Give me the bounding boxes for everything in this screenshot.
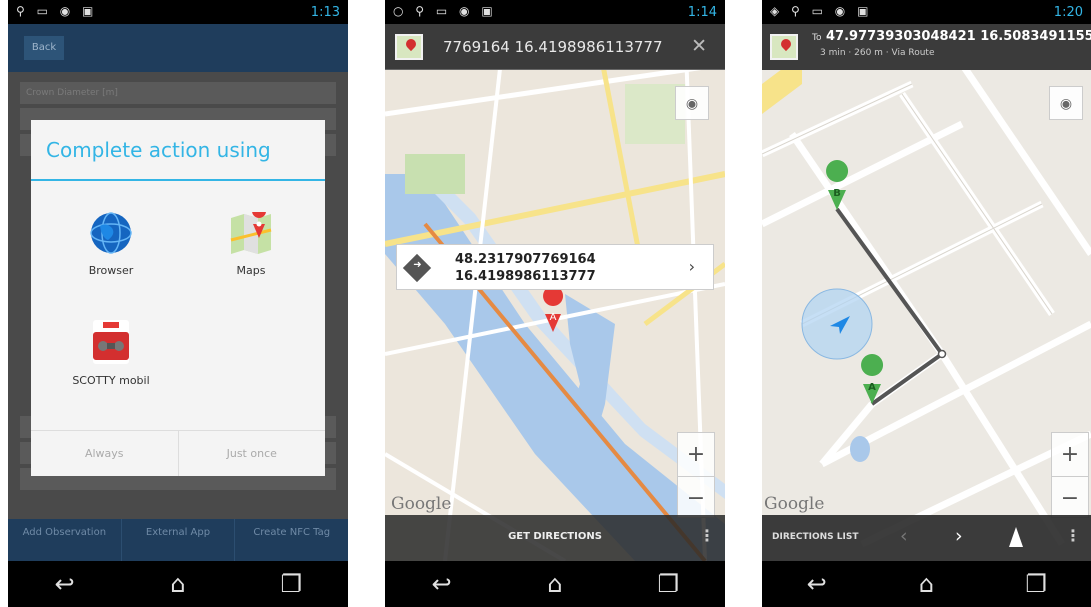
phone-screen-3: ◈ ⚲ ▭ ◉ ▣ 1:20 B A To 47.97739303048421 … — [762, 0, 1091, 607]
marker-b-label: B — [833, 188, 841, 199]
status-time: 1:13 — [310, 5, 340, 20]
bottom-action-bar: Add Observation External App Create NFC … — [8, 519, 348, 561]
overflow-menu-icon[interactable]: ⋮ — [1065, 526, 1081, 545]
directions-bottom-bar: DIRECTIONS LIST ‹ › ⋮ — [762, 515, 1091, 561]
external-app-button[interactable]: External App — [120, 519, 235, 561]
app-option-scotty[interactable]: SCOTTY mobil — [51, 320, 171, 387]
status-time: 1:14 — [687, 5, 717, 20]
status-icons: ◈ ⚲ ▭ ◉ ▣ — [770, 4, 873, 18]
status-bar: ⚲ ▭ ◉ ▣ 1:13 — [8, 0, 348, 24]
status-bar: ○ ⚲ ▭ ◉ ▣ 1:14 — [385, 0, 725, 24]
longitude-text: 16.4198986113777 — [455, 269, 596, 284]
route-summary: 3 min · 260 m · Via Route — [820, 48, 935, 58]
destination-title: To 47.97739303048421 16.50834911556 — [812, 29, 1091, 44]
my-location-button[interactable]: ◉ — [1049, 86, 1083, 120]
status-icons: ⚲ ▭ ◉ ▣ — [16, 4, 98, 18]
create-nfc-tag-button[interactable]: Create NFC Tag — [234, 519, 348, 561]
location-info-bubble[interactable]: ➜ 48.2317907769164 16.4198986113777 › — [396, 244, 714, 290]
dialog-title: Complete action using — [46, 138, 271, 162]
marker-a-label: A — [868, 382, 876, 393]
navigation-arrow-icon[interactable] — [1009, 527, 1023, 547]
status-bar: ◈ ⚲ ▭ ◉ ▣ 1:20 — [762, 0, 1091, 24]
app-option-browser[interactable]: Browser — [51, 212, 171, 277]
map-view[interactable]: B A — [762, 24, 1091, 561]
zoom-out-button[interactable]: − — [1052, 476, 1088, 519]
directions-icon[interactable]: ➜ — [402, 253, 432, 283]
route-map-canvas: B A — [762, 24, 1091, 561]
phone-screen-2: ○ ⚲ ▭ ◉ ▣ 1:14 A 7769164 16.419898611377… — [385, 0, 725, 607]
recents-nav-icon[interactable]: ❐ — [261, 570, 321, 598]
add-observation-button[interactable]: Add Observation — [8, 519, 121, 561]
form-row-crown-diameter[interactable]: Crown Diameter [m] — [20, 82, 336, 104]
action-bar: Back — [8, 24, 348, 72]
google-logo: Google — [764, 494, 825, 514]
app-option-maps[interactable]: Maps — [191, 204, 311, 277]
map-bottom-bar: GET DIRECTIONS ⋮ — [385, 515, 725, 561]
zoom-in-button[interactable]: + — [678, 433, 714, 476]
recents-nav-icon[interactable]: ❐ — [1006, 570, 1066, 598]
to-prefix: To — [812, 33, 822, 43]
maps-app-icon[interactable] — [395, 34, 423, 60]
chevron-left-icon[interactable]: ‹ — [900, 525, 908, 547]
app-label: SCOTTY mobil — [72, 374, 150, 387]
maps-app-icon[interactable] — [770, 34, 798, 60]
just-once-button[interactable]: Just once — [177, 431, 326, 476]
nav-bar: ↩ ⌂ ❐ — [762, 561, 1091, 607]
complete-action-dialog: Complete action using Browser Maps SCOTT… — [31, 120, 325, 476]
coordinates-text: 48.2317907769164 16.4198986113777 — [455, 251, 596, 285]
chevron-right-icon[interactable]: › — [955, 525, 963, 547]
nav-bar: ↩ ⌂ ❐ — [385, 561, 725, 607]
route-header: To 47.97739303048421 16.50834911556 3 mi… — [762, 24, 1091, 70]
dialog-divider — [31, 179, 325, 181]
home-nav-icon[interactable]: ⌂ — [148, 570, 208, 598]
search-bar[interactable]: 7769164 16.4198986113777 ✕ — [385, 24, 725, 70]
chevron-right-icon[interactable]: › — [689, 257, 695, 276]
google-logo: Google — [391, 494, 452, 514]
home-nav-icon[interactable]: ⌂ — [896, 570, 956, 598]
back-nav-icon[interactable]: ↩ — [35, 570, 95, 598]
recents-nav-icon[interactable]: ❐ — [638, 570, 698, 598]
destination-coordinates: 47.97739303048421 16.50834911556 — [826, 29, 1091, 44]
map-view[interactable]: A — [385, 24, 725, 561]
latitude-text: 48.2317907769164 — [455, 252, 596, 267]
close-icon[interactable]: ✕ — [691, 35, 707, 57]
globe-icon — [90, 212, 132, 254]
map-canvas: A — [385, 24, 725, 561]
always-button[interactable]: Always — [31, 431, 178, 476]
search-input[interactable]: 7769164 16.4198986113777 — [443, 38, 663, 56]
nav-bar: ↩ ⌂ ❐ — [8, 561, 348, 607]
back-button[interactable]: Back — [24, 36, 64, 60]
back-nav-icon[interactable]: ↩ — [412, 570, 472, 598]
zoom-controls: + − — [1051, 432, 1089, 518]
zoom-controls: + − — [677, 432, 715, 518]
get-directions-button[interactable]: GET DIRECTIONS — [385, 531, 725, 542]
zoom-out-button[interactable]: − — [678, 476, 714, 519]
marker-a-label: A — [550, 312, 557, 323]
app-label: Maps — [236, 264, 266, 277]
maps-icon — [230, 204, 272, 254]
scotty-icon — [93, 320, 129, 364]
app-label: Browser — [88, 264, 134, 277]
zoom-in-button[interactable]: + — [1052, 433, 1088, 476]
status-icons: ○ ⚲ ▭ ◉ ▣ — [393, 4, 497, 18]
phone-screen-1: ⚲ ▭ ◉ ▣ 1:13 Back Crown Diameter [m] Add… — [8, 0, 348, 607]
status-time: 1:20 — [1053, 5, 1083, 20]
home-nav-icon[interactable]: ⌂ — [525, 570, 585, 598]
overflow-menu-icon[interactable]: ⋮ — [699, 526, 715, 545]
back-nav-icon[interactable]: ↩ — [787, 570, 847, 598]
my-location-button[interactable]: ◉ — [675, 86, 709, 120]
directions-list-button[interactable]: DIRECTIONS LIST — [772, 532, 859, 542]
dialog-buttons: Always Just once — [31, 430, 325, 476]
